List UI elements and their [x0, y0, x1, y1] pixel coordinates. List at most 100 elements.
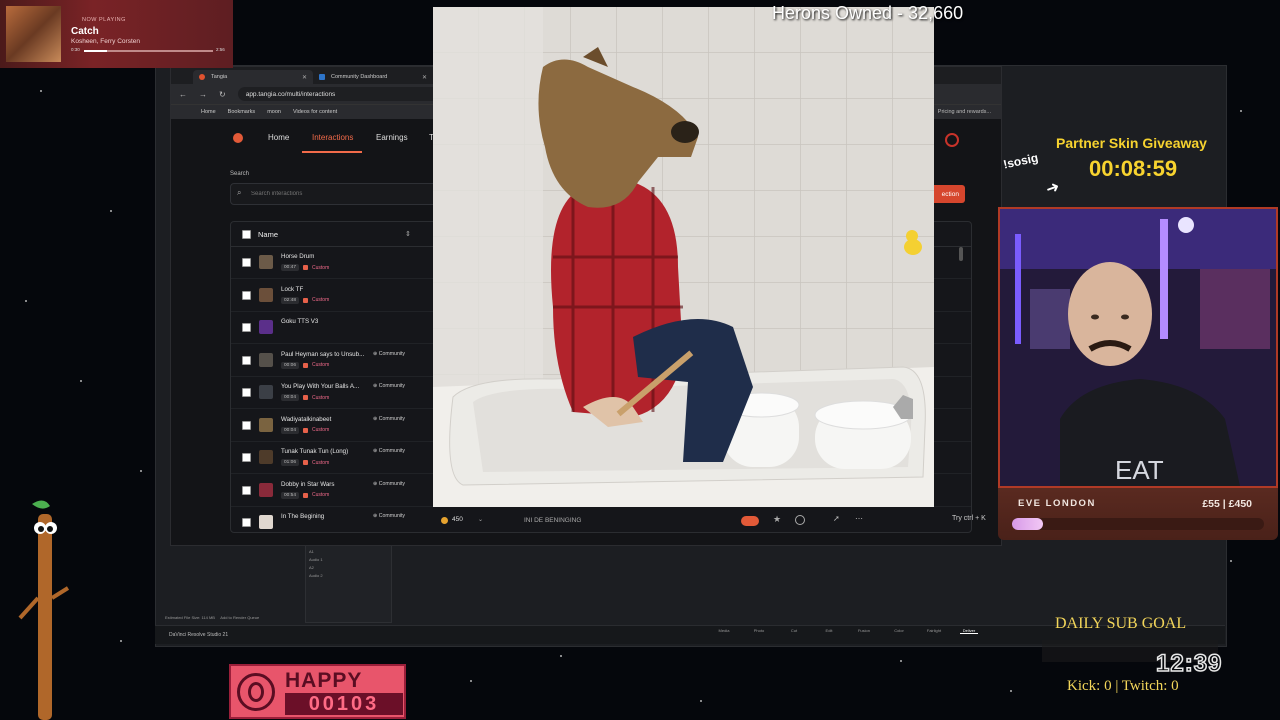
search-box[interactable]: ⌕ [230, 183, 442, 205]
page-cut-tab[interactable]: Cut [785, 628, 803, 634]
tangia-logo-icon[interactable] [233, 133, 243, 143]
goal-name: EVE LONDON [1018, 498, 1096, 509]
interaction-name[interactable]: Lock TF [281, 286, 303, 293]
row-checkbox[interactable] [242, 420, 251, 430]
row-checkbox[interactable] [242, 258, 251, 267]
more-icon[interactable]: ⋯ [855, 514, 863, 523]
svg-text:EAT: EAT [1115, 455, 1164, 485]
bookmark-bookmarks[interactable]: Bookmarks [228, 109, 256, 115]
interaction-meta: 00:54 Custom [281, 491, 330, 499]
kick-twitch-counter: Kick: 0 | Twitch: 0 [1067, 678, 1179, 694]
interaction-name[interactable]: Horse Drum [281, 253, 314, 260]
custom-tag-icon [303, 492, 309, 498]
row-checkbox[interactable] [242, 323, 251, 332]
donation-goal: EVE LONDON £55 | £450 [998, 488, 1278, 540]
bookmark-moon[interactable]: moon [267, 109, 281, 115]
interaction-duration: 00:54 [281, 491, 300, 499]
interaction-duration: 00:06 [281, 361, 300, 369]
track-progress-fill [84, 50, 108, 52]
search-input[interactable] [249, 187, 433, 201]
column-name[interactable]: Name [258, 230, 278, 239]
interaction-name[interactable]: Tunak Tunak Tun (Long) [281, 448, 348, 455]
clock-icon[interactable] [795, 515, 805, 525]
interaction-name[interactable]: You Play With Your Balls A... [281, 383, 359, 390]
interaction-name[interactable]: Goku TTS V3 [281, 318, 318, 325]
webcam-feed: EAT [998, 207, 1278, 488]
tab-label: Tangia [211, 74, 228, 80]
bookmark-home[interactable]: Home [201, 109, 216, 115]
bookmark-pricing[interactable]: Pricing and rewards... [938, 109, 991, 115]
herons-counter: Herons Owned - 32,660 [772, 3, 964, 23]
reload-icon[interactable]: ↻ [219, 90, 226, 99]
resolve-app-label: DaVinci Resolve Studio 21 [169, 632, 229, 638]
interaction-name[interactable]: Dobby in Star Wars [281, 481, 334, 488]
custom-tag-icon [303, 265, 309, 270]
close-icon[interactable]: ✕ [422, 74, 427, 81]
bookmark-videos[interactable]: Videos for content [293, 109, 337, 115]
custom-label: Custom [312, 264, 330, 271]
row-checkbox[interactable] [242, 290, 251, 300]
page-fusion-tab[interactable]: Fusion [855, 628, 873, 634]
record-icon[interactable] [945, 133, 959, 147]
goal-progress-fill [1012, 518, 1043, 530]
track-label: A1 [309, 549, 314, 554]
row-checkbox[interactable] [242, 518, 251, 527]
interaction-meta: 01:06 Custom [281, 459, 329, 466]
stick-mascot [18, 500, 70, 720]
nav-earnings[interactable]: Earnings [376, 133, 408, 142]
interaction-meta: 00:06 Custom [281, 361, 329, 369]
forward-icon[interactable]: → [199, 90, 207, 99]
url-field[interactable]: app.tangia.co/multi/interactions [237, 87, 446, 101]
video-preview [433, 7, 934, 507]
player-title: INI DE BENINGING [524, 517, 582, 524]
custom-tag-icon [303, 362, 309, 368]
interaction-thumbnail [259, 320, 273, 334]
resolve-audio-tracks: A1 Audio 1 A2 Audio 2 [305, 545, 392, 623]
community-label: Community [378, 350, 406, 357]
interaction-meta: 00:47 Custom [281, 264, 329, 271]
page-fairlight-tab[interactable]: Fairlight [925, 628, 943, 634]
page-deliver-tab[interactable]: Deliver [960, 628, 978, 634]
star-icon[interactable]: ★ [773, 514, 781, 525]
select-all-checkbox[interactable] [242, 229, 251, 239]
add-render-queue-button[interactable]: Add to Render Queue [220, 615, 259, 620]
tab-tangia[interactable]: Tangia ✕ [193, 70, 313, 84]
row-checkbox[interactable] [242, 485, 251, 495]
interaction-name[interactable]: In The Begining [281, 513, 324, 520]
scrollbar[interactable] [959, 247, 963, 261]
giveaway-timer: 00:08:59 [1089, 156, 1178, 181]
page-color-tab[interactable]: Color [890, 628, 908, 634]
row-checkbox[interactable] [242, 388, 251, 397]
rocket-icon[interactable]: ➚ [833, 514, 840, 523]
chevron-down-icon[interactable]: ⌄ [478, 516, 483, 523]
custom-label: Custom [312, 492, 330, 498]
track-label: A2 [309, 565, 314, 570]
interaction-name[interactable]: Paul Heyman says to Unsub... [281, 351, 364, 358]
page-edit-tab[interactable]: Edit [820, 628, 838, 634]
nav-home[interactable]: Home [268, 133, 289, 142]
close-icon[interactable]: ✕ [302, 74, 307, 81]
community-label: Community [378, 513, 406, 519]
enable-toggle[interactable] [741, 516, 759, 526]
community-badge: ⊕ Community [373, 351, 405, 357]
row-checkbox[interactable] [242, 355, 251, 365]
interaction-meta: 00:04 Custom [281, 426, 329, 434]
row-checkbox[interactable] [242, 453, 251, 462]
cost-value[interactable]: 450 [452, 516, 463, 523]
nav-active-indicator [302, 151, 362, 153]
shortcut-hint: Try ctrl + K [952, 515, 986, 522]
back-icon[interactable]: ← [179, 90, 187, 99]
community-label: Community [378, 383, 406, 389]
tab-community-dashboard[interactable]: Community Dashboard ✕ [313, 70, 433, 84]
coin-icon [441, 517, 448, 524]
page-photo-tab[interactable]: Photo [750, 628, 768, 634]
page-media-tab[interactable]: Media [715, 628, 733, 634]
custom-tag-icon [303, 395, 309, 400]
custom-tag-icon [303, 460, 309, 465]
interaction-name[interactable]: Wadiyatalkinabeet [281, 416, 331, 423]
interaction-thumbnail [259, 417, 273, 432]
sort-icon[interactable]: ⇕ [405, 230, 411, 238]
nav-interactions[interactable]: Interactions [312, 133, 353, 142]
interaction-thumbnail [259, 482, 273, 497]
track-label: Audio 2 [309, 573, 323, 578]
